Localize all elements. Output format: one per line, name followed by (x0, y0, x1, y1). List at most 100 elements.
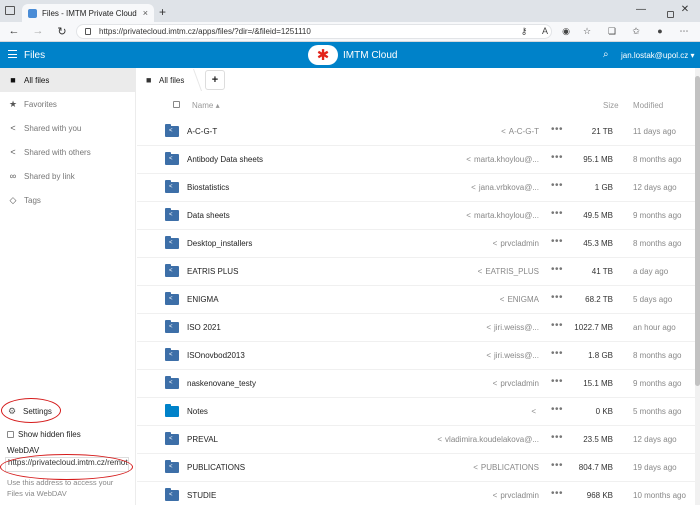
breadcrumb-all-files[interactable]: All files (159, 76, 184, 85)
more-actions-icon[interactable]: ••• (551, 488, 563, 499)
sidebar-item-shared-with-you[interactable]: < Shared with you (0, 116, 136, 140)
more-actions-icon[interactable]: ••• (551, 460, 563, 471)
scrollbar[interactable] (695, 68, 700, 505)
read-aloud-icon[interactable]: A (539, 26, 551, 36)
file-name[interactable]: Data sheets (187, 211, 230, 220)
share-button[interactable]: < vladimira.koudelakova@... (437, 435, 539, 444)
sort-by-modified[interactable]: Modified (633, 101, 663, 110)
sidebar-item-label: Shared by link (24, 171, 75, 181)
table-row[interactable]: < ENIGMA < ENIGMA ••• 68.2 TB 5 days ago (137, 286, 697, 314)
share-button[interactable]: < jana.vrbkova@... (471, 183, 539, 192)
new-tab-button[interactable]: + (159, 5, 166, 19)
table-row[interactable]: < ISO 2021 < jiri.weiss@... ••• 1022.7 MB an h… (137, 314, 697, 342)
url-field[interactable]: https://privatecloud.imtm.cz/apps/files/… (76, 24, 552, 39)
collections-icon[interactable]: ❏ (606, 26, 618, 37)
share-button[interactable]: < ENIGMA (500, 295, 539, 304)
share-button[interactable]: < marta.khoylou@... (466, 211, 539, 220)
more-actions-icon[interactable]: ••• (551, 432, 563, 443)
share-button[interactable]: < jiri.weiss@... (486, 323, 539, 332)
more-actions-icon[interactable]: ••• (551, 264, 563, 275)
share-button[interactable]: < A-C-G-T (501, 127, 539, 136)
back-icon[interactable]: ← (8, 25, 20, 37)
file-name[interactable]: A-C-G-T (187, 127, 217, 136)
share-button[interactable]: < marta.khoylou@... (466, 155, 539, 164)
app-name[interactable]: Files (24, 50, 45, 61)
select-all-checkbox[interactable] (173, 101, 180, 108)
table-row[interactable]: < Biostatistics < jana.vrbkova@... ••• 1 GB 12… (137, 174, 697, 202)
new-file-button[interactable]: + (205, 70, 225, 90)
show-hidden-checkbox[interactable] (7, 431, 14, 438)
share-button[interactable]: < jiri.weiss@... (486, 351, 539, 360)
show-hidden-files-row[interactable]: Show hidden files (7, 430, 81, 439)
more-actions-icon[interactable]: ••• (551, 180, 563, 191)
browser-tab[interactable]: Files - IMTM Private Cloud × (22, 4, 154, 22)
file-name[interactable]: Notes (187, 407, 208, 416)
sidebar-item-all-files[interactable]: ■ All files (0, 68, 136, 92)
more-actions-icon[interactable]: ••• (551, 404, 563, 415)
shared-folder-badge-icon: < (169, 212, 173, 218)
file-name[interactable]: PREVAL (187, 435, 218, 444)
close-window-button[interactable]: ✕ (678, 4, 692, 15)
minimize-button[interactable]: — (634, 4, 648, 15)
sort-by-size[interactable]: Size (603, 101, 619, 110)
share-button[interactable]: < PUBLICATIONS (473, 463, 539, 472)
key-icon[interactable]: ⚷ (518, 26, 530, 37)
file-name[interactable]: Antibody Data sheets (187, 155, 263, 164)
more-actions-icon[interactable]: ••• (551, 152, 563, 163)
share-button[interactable]: < EATRIS_PLUS (478, 267, 539, 276)
file-name[interactable]: ISOnovbod2013 (187, 351, 245, 360)
more-actions-icon[interactable]: ••• (551, 292, 563, 303)
file-name[interactable]: naskenovane_testy (187, 379, 256, 388)
reload-icon[interactable]: ↻ (56, 25, 68, 38)
share-button[interactable]: < prvcladmin (493, 239, 539, 248)
home-folder-icon[interactable]: ■ (146, 75, 155, 85)
sidebar-item-shared-by-link[interactable]: ∞ Shared by link (0, 164, 136, 188)
table-row[interactable]: < STUDIE < prvcladmin ••• 968 KB 10 months ago (137, 482, 697, 505)
tab-close-icon[interactable]: × (143, 8, 148, 18)
file-name[interactable]: STUDIE (187, 491, 216, 500)
file-name[interactable]: Desktop_installers (187, 239, 252, 248)
browser-favorites-icon[interactable]: ✩ (630, 26, 642, 37)
file-name[interactable]: EATRIS PLUS (187, 267, 238, 276)
sort-by-name[interactable]: Name ▴ (192, 101, 220, 110)
forward-icon[interactable]: → (32, 25, 44, 37)
table-row[interactable]: < naskenovane_testy < prvcladmin ••• 15.1 MB 9… (137, 370, 697, 398)
table-row[interactable]: < Antibody Data sheets < marta.khoylou@... •… (137, 146, 697, 174)
table-row[interactable]: < Desktop_installers < prvcladmin ••• 45.3 MB… (137, 230, 697, 258)
table-row[interactable]: Notes < ••• 0 KB 5 months ago (137, 398, 697, 426)
folder-icon: < (165, 208, 179, 221)
settings-menu-icon[interactable]: ⋯ (678, 26, 690, 37)
cloud-logo[interactable]: ✱ (308, 45, 338, 65)
more-actions-icon[interactable]: ••• (551, 236, 563, 247)
table-row[interactable]: < PREVAL < vladimira.koudelakova@... ••• 23.5… (137, 426, 697, 454)
file-name[interactable]: ISO 2021 (187, 323, 221, 332)
more-actions-icon[interactable]: ••• (551, 208, 563, 219)
profile-avatar-icon[interactable]: ● (654, 26, 666, 36)
file-name[interactable]: ENIGMA (187, 295, 219, 304)
more-actions-icon[interactable]: ••• (551, 124, 563, 135)
table-row[interactable]: < EATRIS PLUS < EATRIS_PLUS ••• 41 TB a day ag… (137, 258, 697, 286)
hamburger-menu-icon[interactable] (8, 50, 17, 58)
more-actions-icon[interactable]: ••• (551, 348, 563, 359)
more-actions-icon[interactable]: ••• (551, 376, 563, 387)
share-button[interactable]: < (531, 407, 539, 416)
share-button[interactable]: < prvcladmin (493, 379, 539, 388)
scrollbar-thumb[interactable] (695, 76, 700, 386)
table-row[interactable]: < PUBLICATIONS < PUBLICATIONS ••• 804.7 MB 19 … (137, 454, 697, 482)
share-button[interactable]: < prvcladmin (493, 491, 539, 500)
user-menu[interactable]: jan.lostak@upol.cz ▾ (621, 51, 695, 60)
search-icon[interactable]: ⌕ (603, 49, 609, 60)
extensions-icon[interactable]: ◉ (560, 26, 572, 37)
table-row[interactable]: < Data sheets < marta.khoylou@... ••• 49.5 MB… (137, 202, 697, 230)
sidebar-item-shared-with-others[interactable]: < Shared with others (0, 140, 136, 164)
sidebar-item-tags[interactable]: ◇ Tags (0, 188, 136, 212)
favorite-star-icon[interactable]: ☆ (581, 26, 593, 37)
sidebar-item-favorites[interactable]: ★ Favorites (0, 92, 136, 116)
tab-actions-icon[interactable] (5, 6, 15, 15)
file-name[interactable]: PUBLICATIONS (187, 463, 245, 472)
file-name[interactable]: Biostatistics (187, 183, 229, 192)
folder-icon: < (165, 152, 179, 165)
table-row[interactable]: < ISOnovbod2013 < jiri.weiss@... ••• 1.8 GB 8 … (137, 342, 697, 370)
table-row[interactable]: < A-C-G-T < A-C-G-T ••• 21 TB 11 days ago (137, 118, 697, 146)
more-actions-icon[interactable]: ••• (551, 320, 563, 331)
